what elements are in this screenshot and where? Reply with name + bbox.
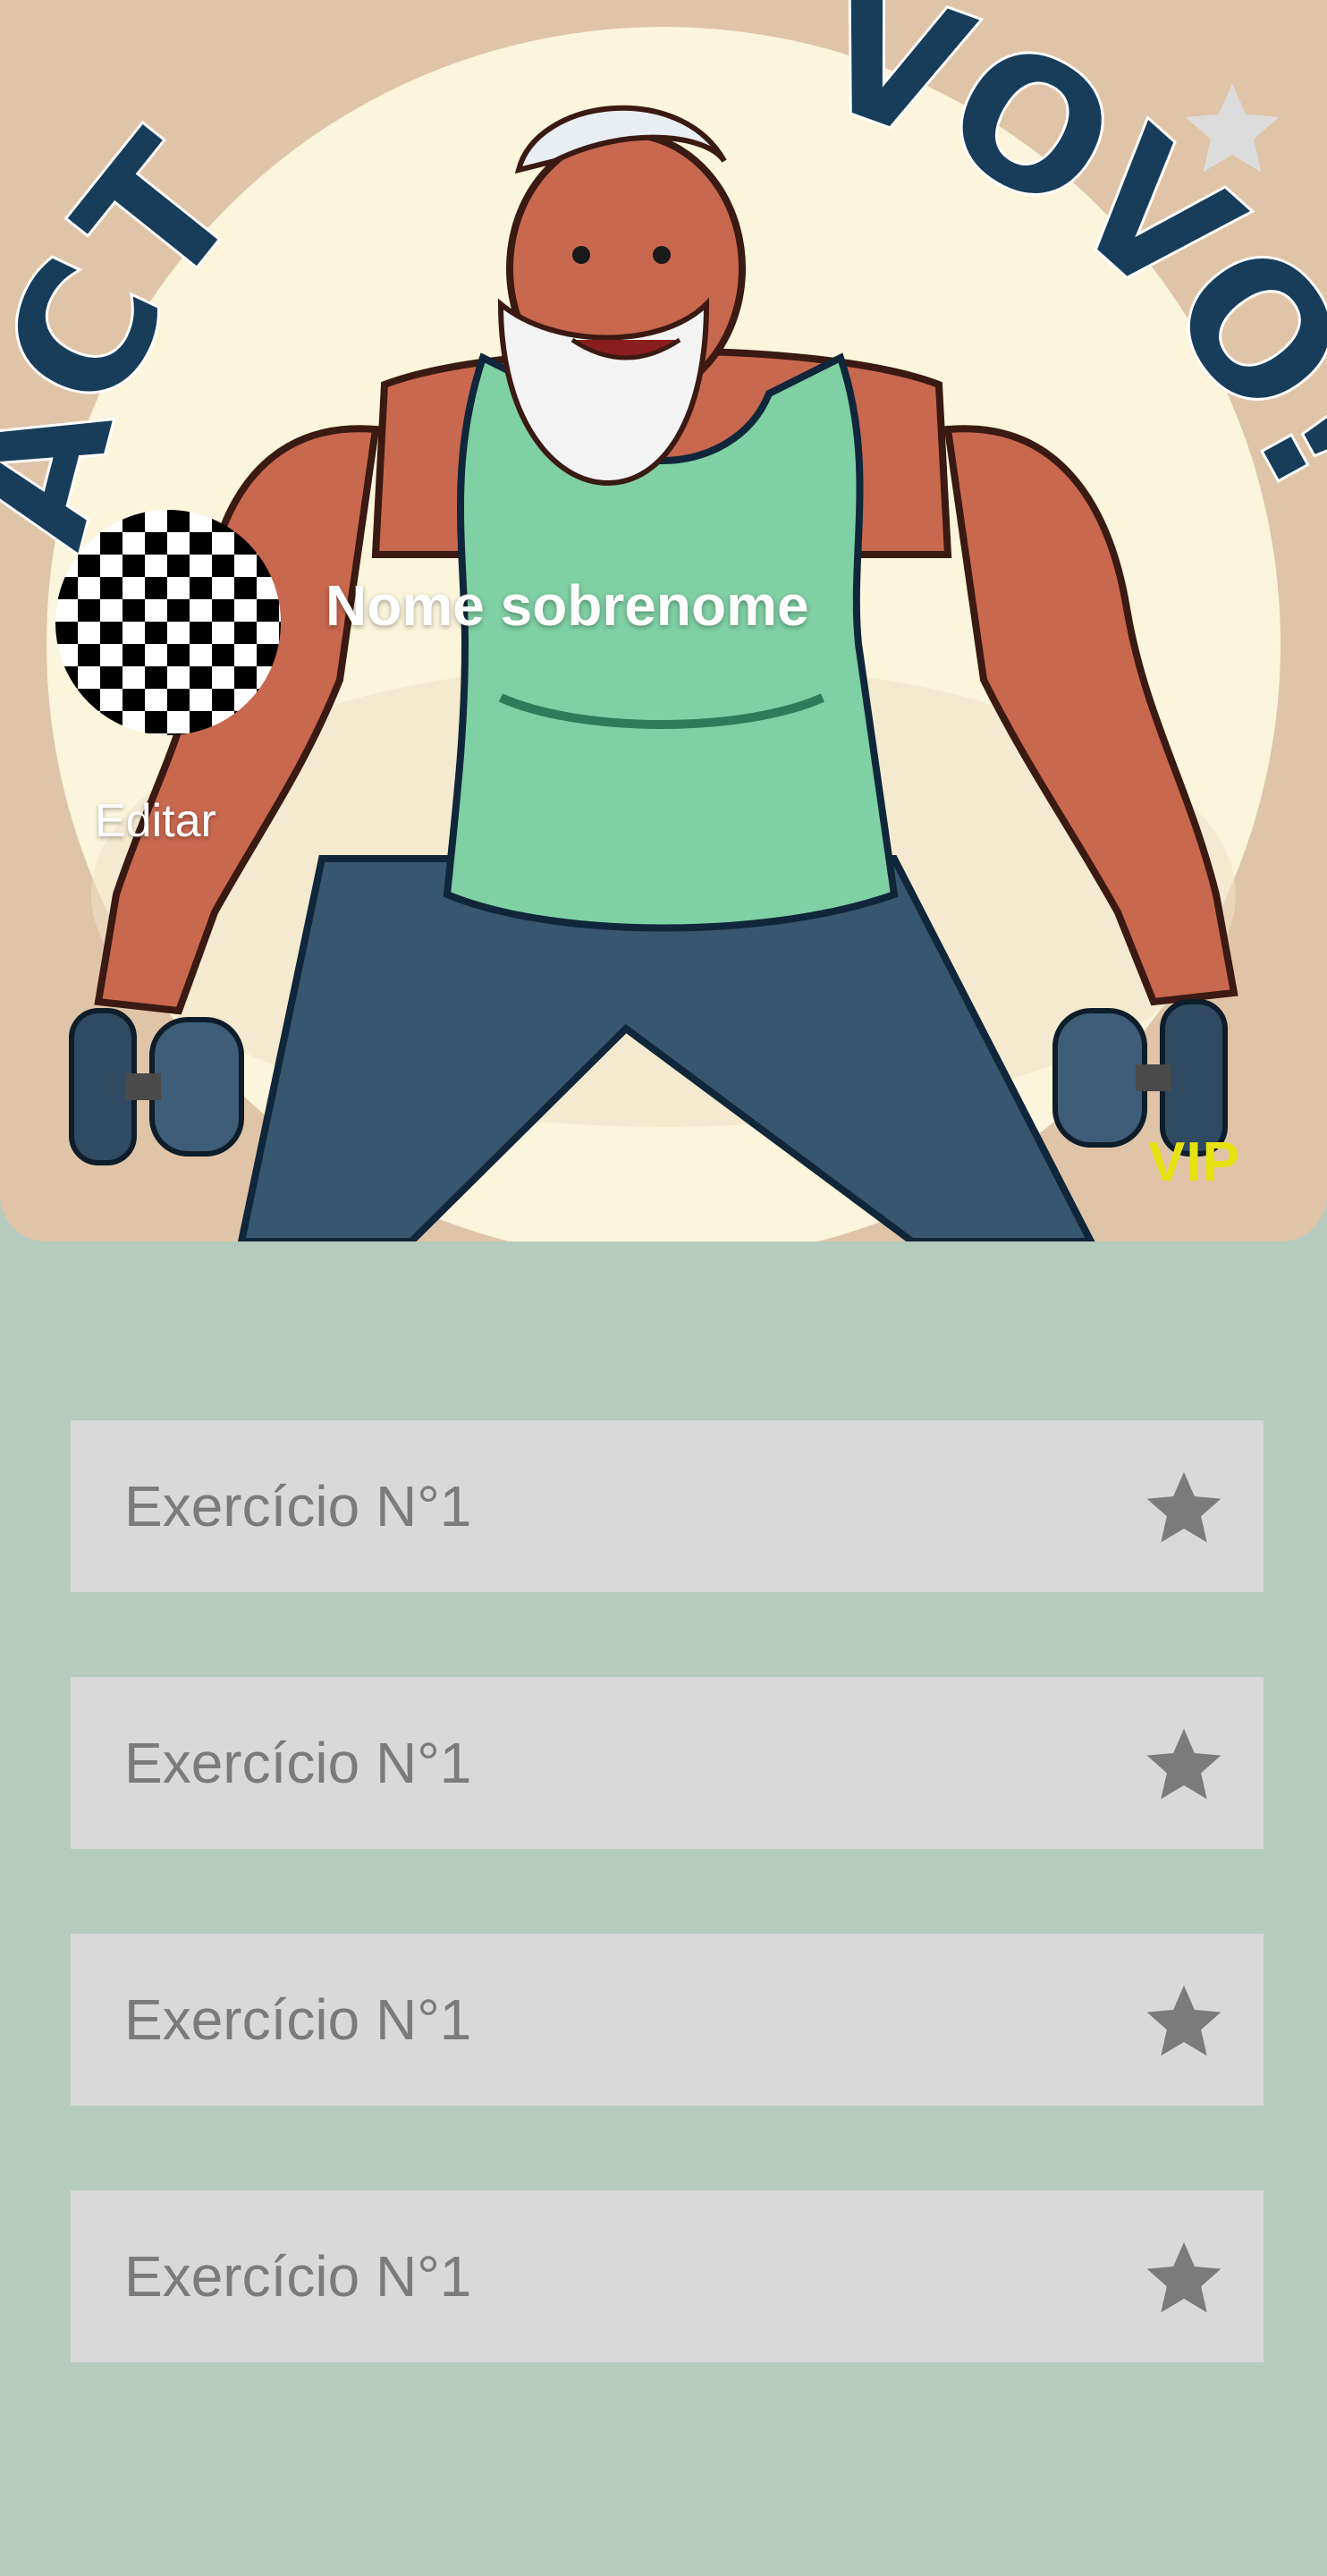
vip-badge: VIP (1148, 1131, 1240, 1193)
exercise-label: Exercício N°1 (124, 1474, 472, 1538)
star-icon[interactable] (1140, 1467, 1228, 1549)
exercise-item[interactable]: Exercício N°1 (71, 1934, 1264, 2106)
avatar[interactable] (55, 510, 281, 735)
star-icon[interactable] (1140, 1980, 1228, 2063)
exercise-item[interactable]: Exercício N°1 (71, 1677, 1264, 1849)
exercise-list: Exercício N°1 Exercício N°1 Exercício N°… (71, 1420, 1264, 2447)
favorite-star-icon[interactable] (1179, 77, 1286, 181)
star-icon[interactable] (1140, 2237, 1228, 2319)
hero-banner: ACT VOVO! (0, 0, 1327, 1241)
dumbbell-left (69, 1008, 244, 1165)
exercise-item[interactable]: Exercício N°1 (71, 1420, 1264, 1592)
exercise-label: Exercício N°1 (124, 2244, 472, 2309)
exercise-label: Exercício N°1 (124, 1987, 472, 2052)
exercise-label: Exercício N°1 (124, 1731, 472, 1795)
star-icon[interactable] (1140, 1724, 1228, 1806)
user-name: Nome sobrenome (325, 573, 809, 638)
exercise-item[interactable]: Exercício N°1 (71, 2190, 1264, 2362)
edit-profile-link[interactable]: Editar (95, 794, 216, 848)
